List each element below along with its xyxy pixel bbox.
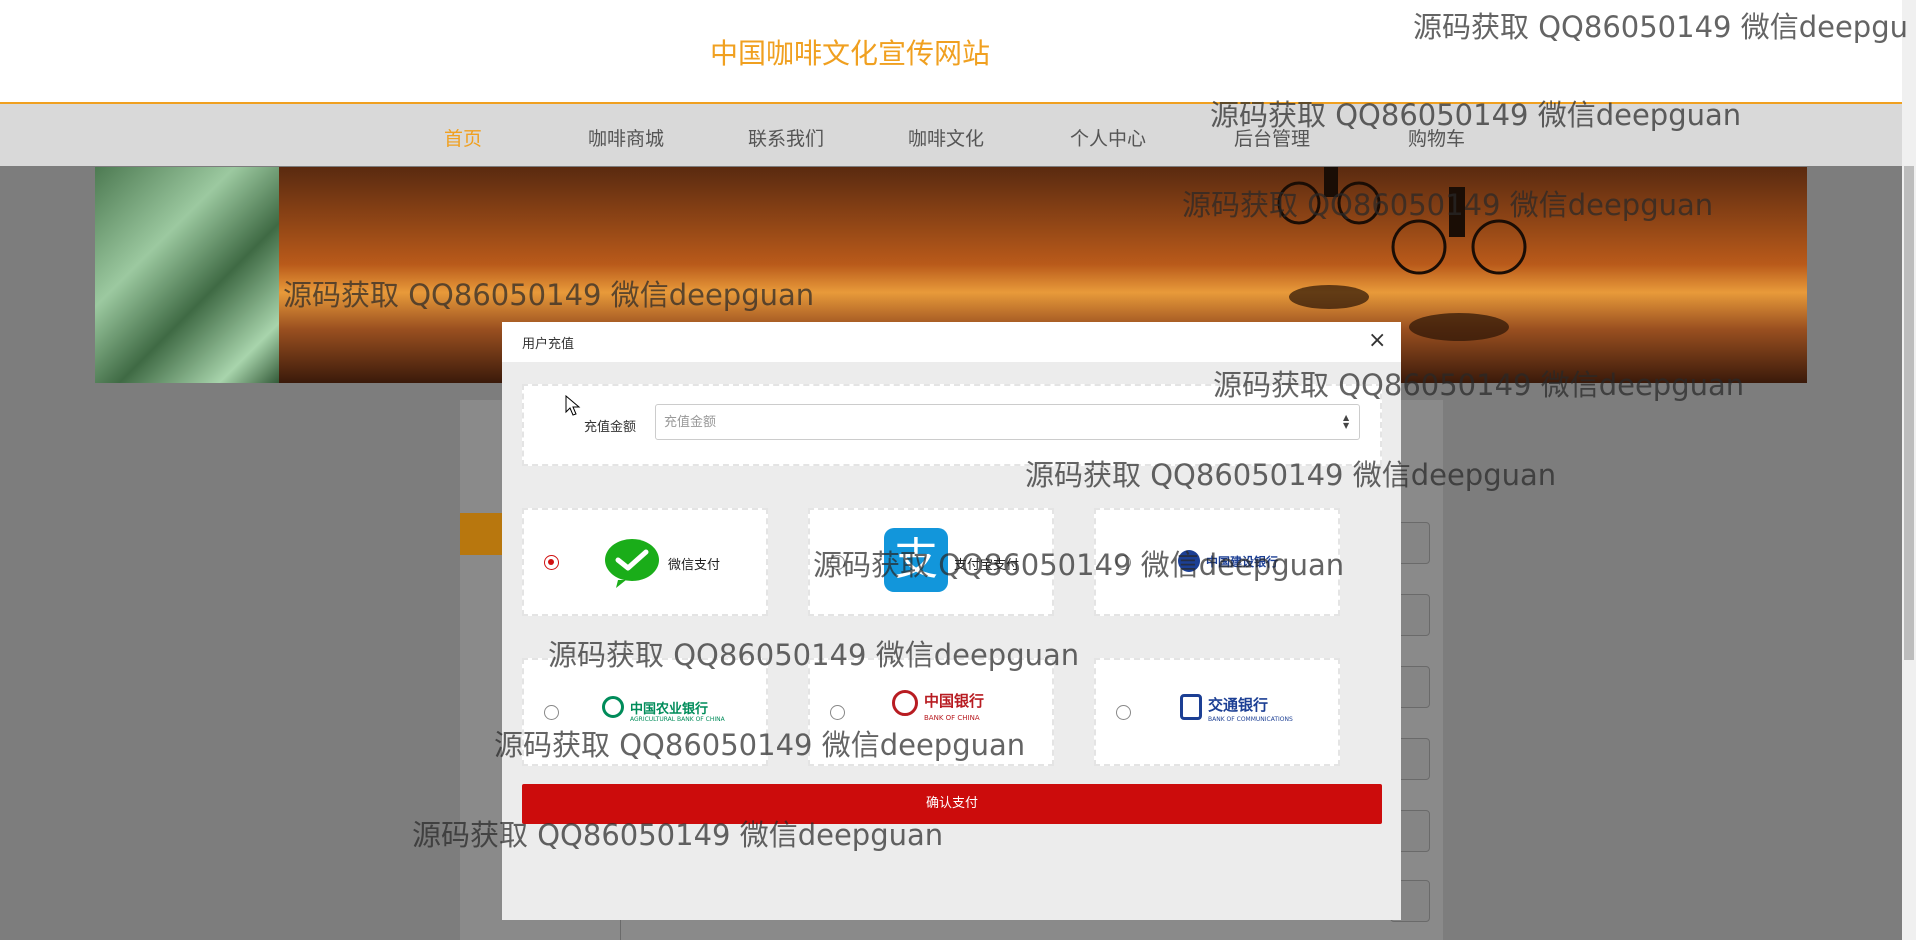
watermark-text: 源码获取 QQ86050149 微信deepguan (1210, 98, 1742, 132)
nav-item-culture[interactable]: 咖啡文化 (908, 124, 984, 151)
nav-item-shop[interactable]: 咖啡商城 (588, 124, 664, 151)
watermark-text: 源码获取 QQ86050149 微信deepguan (412, 818, 944, 852)
payment-label: 中国银行 (924, 692, 985, 710)
watermark-text: 源码获取 QQ86050149 微信deepguan (548, 638, 1080, 672)
mouse-cursor-icon (565, 395, 581, 416)
payment-label: 交通银行 (1208, 696, 1269, 714)
watermark-text: 源码获取 QQ86050149 微信deepgu (1413, 10, 1908, 44)
watermark-text: 源码获取 QQ86050149 微信deepguan (1025, 458, 1557, 492)
payment-radio[interactable] (544, 705, 559, 720)
close-icon[interactable]: × (1368, 328, 1386, 353)
watermark-text: 源码获取 QQ86050149 微信deepguan (283, 278, 815, 312)
abc-logo-icon (602, 696, 624, 718)
payment-option-wechat[interactable]: 微信支付 (522, 508, 768, 616)
payment-radio[interactable] (830, 705, 845, 720)
scrollbar-thumb[interactable] (1904, 166, 1914, 660)
modal-title: 用户充值 (522, 337, 575, 352)
watermark-text: 源码获取 QQ86050149 微信deepguan (1182, 188, 1714, 222)
nav-item-contact[interactable]: 联系我们 (748, 124, 824, 151)
boc-logo-icon (892, 690, 918, 716)
payment-radio[interactable] (544, 555, 559, 570)
watermark-text: 源码获取 QQ86050149 微信deepguan (1213, 368, 1745, 402)
amount-input[interactable] (655, 404, 1360, 440)
amount-spinner-icon[interactable]: ▲ ▼ (1343, 414, 1349, 430)
payment-sublabel: BANK OF COMMUNICATIONS (1208, 716, 1293, 723)
payment-sublabel: BANK OF CHINA (924, 714, 980, 722)
nav-item-profile[interactable]: 个人中心 (1070, 124, 1146, 151)
payment-label: 微信支付 (668, 558, 721, 573)
payment-radio[interactable] (1116, 705, 1131, 720)
amount-label: 充值金额 (584, 420, 637, 435)
modal-header: 用户充值 × (502, 322, 1401, 362)
payment-option-comm[interactable]: 交通银行 BANK OF COMMUNICATIONS (1094, 658, 1340, 766)
comm-logo-icon (1180, 694, 1202, 720)
watermark-text: 源码获取 QQ86050149 微信deepguan (813, 548, 1345, 582)
watermark-text: 源码获取 QQ86050149 微信deepguan (494, 728, 1026, 762)
banner-grass-image (95, 167, 279, 383)
payment-label: 中国农业银行 (630, 702, 709, 717)
nav-item-home[interactable]: 首页 (444, 124, 482, 151)
wechat-pay-icon (605, 539, 659, 588)
